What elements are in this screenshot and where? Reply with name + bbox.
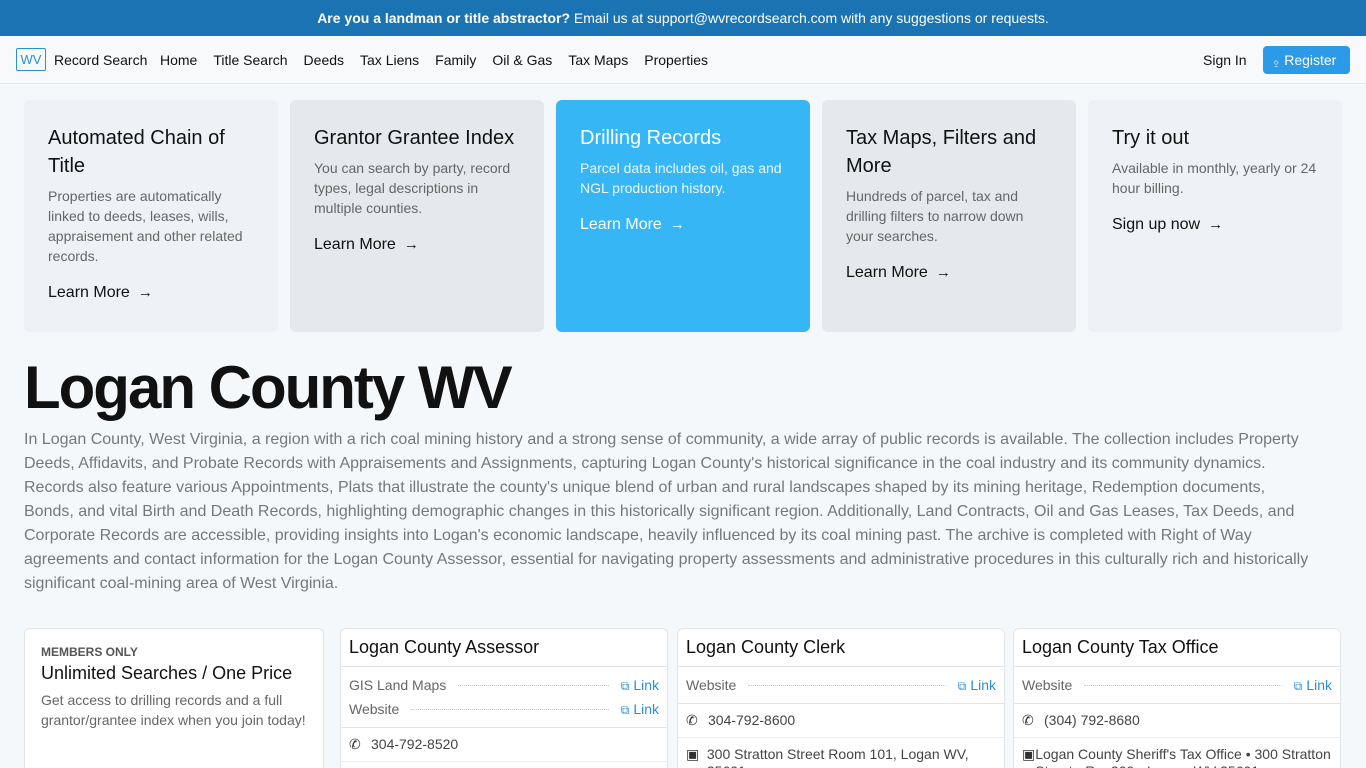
announcement-banner: Are you a landman or title abstractor? E… (0, 0, 1366, 36)
link-row: GIS Land Maps ⧉ Link (349, 673, 659, 697)
external-link[interactable]: ⧉ Link (1294, 677, 1332, 694)
nav-link-oil-gas[interactable]: Oil & Gas (492, 52, 552, 68)
nav-link-deeds[interactable]: Deeds (304, 52, 344, 68)
learn-more-link[interactable]: Learn More → (580, 216, 786, 234)
logo[interactable]: WV (16, 48, 46, 71)
card-title: Try it out (1112, 127, 1190, 149)
address-icon: ▣ (1022, 746, 1036, 762)
card-body: Available in monthly, yearly or 24 hour … (1112, 160, 1317, 196)
card-body: Parcel data includes oil, gas and NGL pr… (580, 160, 782, 196)
card-body: You can search by party, record types, l… (314, 160, 511, 216)
office-card-clerk: Logan County Clerk Website ⧉ Link ✆ 304-79… (677, 628, 1005, 768)
card-title: Automated Chain of Title (48, 127, 225, 177)
phone-number[interactable]: 304-792-8600 (708, 712, 795, 729)
phone-number[interactable]: 304-792-8520 (371, 736, 458, 753)
members-tag: MEMBERS ONLY (41, 645, 138, 659)
feature-card-chain-of-title: Automated Chain of Title Properties are … (24, 100, 278, 332)
nav-link-home[interactable]: Home (160, 52, 197, 68)
address-icon: ▣ (686, 746, 700, 762)
phone-icon: ✆ (1022, 712, 1034, 728)
members-only-panel: MEMBERS ONLY Unlimited Searches / One Pr… (24, 628, 324, 768)
arrow-right-icon: → (403, 236, 419, 253)
nav-links: Home Title Search Deeds Tax Liens Family… (160, 52, 724, 68)
register-button[interactable]: ⍚ Register (1263, 46, 1350, 74)
members-body: Get access to drilling records and a ful… (41, 692, 306, 728)
feature-card-try-it-out: Try it out Available in monthly, yearly … (1088, 100, 1342, 332)
arrow-right-icon: → (669, 216, 685, 233)
banner-text: Email us at support@wvrecordsearch.com w… (570, 10, 1049, 26)
address-text: Logan County Sheriff's Tax Office • 300 … (1035, 746, 1331, 768)
card-title: Drilling Records (580, 127, 722, 149)
office-title: Logan County Tax Office (1014, 629, 1340, 667)
office-card-assessor: Logan County Assessor GIS Land Maps ⧉ Lin… (340, 628, 668, 768)
external-link[interactable]: ⧉ Link (621, 677, 659, 694)
feature-card-drilling-records: Drilling Records Parcel data includes oi… (556, 100, 810, 332)
card-body: Properties are automatically linked to d… (48, 188, 243, 264)
learn-more-link[interactable]: Learn More → (48, 284, 254, 302)
office-title: Logan County Clerk (678, 629, 1004, 667)
nav-link-tax-liens[interactable]: Tax Liens (360, 52, 419, 68)
feature-card-tax-maps: Tax Maps, Filters and More Hundreds of p… (822, 100, 1076, 332)
banner-bold-text: Are you a landman or title abstractor? (317, 10, 571, 26)
link-row: Website ⧉ Link (349, 697, 659, 721)
arrow-right-icon: → (1208, 216, 1224, 233)
brand-name[interactable]: Record Search (54, 52, 147, 68)
external-link-icon: ⧉ (620, 702, 630, 717)
learn-more-link[interactable]: Learn More → (846, 264, 1052, 282)
phone-icon: ✆ (349, 736, 361, 752)
external-link-icon: ⧉ (957, 678, 967, 693)
arrow-right-icon: → (935, 264, 951, 281)
phone-icon: ✆ (686, 712, 698, 728)
sign-up-link[interactable]: Sign up now → (1112, 216, 1318, 234)
sign-in-link[interactable]: Sign In (1203, 52, 1247, 68)
external-link[interactable]: ⧉ Link (958, 677, 996, 694)
members-headline: Unlimited Searches / One Price (41, 663, 293, 683)
external-link-icon: ⧉ (620, 678, 630, 693)
office-links: GIS Land Maps ⧉ Link Website ⧉ Link (341, 667, 667, 728)
link-row: Website ⧉ Link (686, 673, 996, 697)
phone-row: ✆ 304-792-8600 (678, 704, 1004, 738)
office-card-tax-office: Logan County Tax Office Website ⧉ Link ✆ (… (1013, 628, 1341, 768)
card-title: Grantor Grantee Index (314, 127, 515, 149)
phone-row: ✆ (304) 792-8680 (1014, 704, 1340, 738)
user-plus-icon: ⍚ (1273, 54, 1281, 68)
learn-more-link[interactable]: Learn More → (314, 236, 520, 254)
link-label: Website (686, 677, 737, 693)
address-row: ▣ Logan County Sheriff's Tax Office • 300… (1014, 738, 1340, 768)
external-link-icon: ⧉ (1293, 678, 1303, 693)
link-row: Website ⧉ Link (1022, 673, 1332, 697)
link-label: GIS Land Maps (349, 677, 447, 693)
county-description: In Logan County, West Virginia, a region… (24, 431, 1309, 592)
feature-card-grantor-grantee: Grantor Grantee Index You can search by … (290, 100, 544, 332)
external-link[interactable]: ⧉ Link (621, 701, 659, 718)
office-links: Website ⧉ Link (678, 667, 1004, 704)
link-label: Website (349, 701, 400, 717)
register-label: Register (1284, 52, 1337, 68)
phone-row: ✆ 304-792-8520 (341, 728, 667, 762)
nav-link-family[interactable]: Family (435, 52, 476, 68)
nav-link-title-search[interactable]: Title Search (213, 52, 287, 68)
link-label: Website (1022, 677, 1073, 693)
office-title: Logan County Assessor (341, 629, 667, 667)
card-title: Tax Maps, Filters and More (846, 127, 1037, 177)
page-title: Logan County WV (24, 354, 513, 421)
nav-link-properties[interactable]: Properties (644, 52, 708, 68)
card-body: Hundreds of parcel, tax and drilling fil… (846, 188, 1024, 244)
phone-number[interactable]: (304) 792-8680 (1044, 712, 1140, 729)
address-row: ▣ 300 Stratton Street Room 101, Logan WV,… (678, 738, 1004, 768)
arrow-right-icon: → (137, 284, 153, 301)
address-text: 300 Stratton Street Room 101, Logan WV, … (706, 746, 969, 768)
top-navbar: WV Record Search Home Title Search Deeds… (0, 36, 1366, 84)
nav-link-tax-maps[interactable]: Tax Maps (568, 52, 628, 68)
office-links: Website ⧉ Link (1014, 667, 1340, 704)
